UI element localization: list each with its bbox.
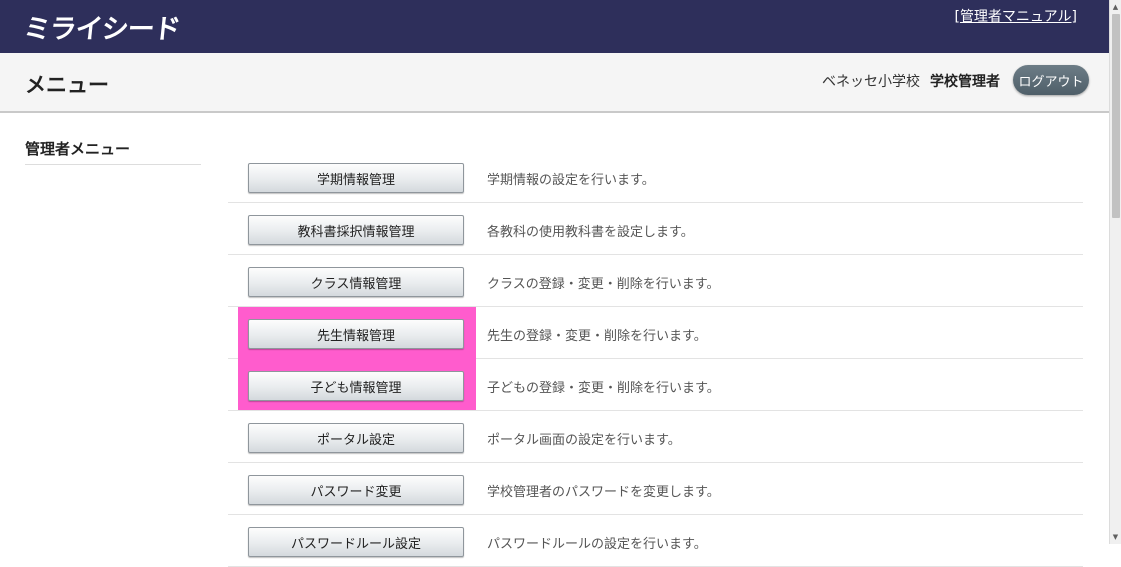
logout-button[interactable]: ログアウト	[1013, 65, 1089, 95]
vertical-scrollbar[interactable]: ▲ ▼	[1109, 0, 1121, 544]
manual-link-label[interactable]: 管理者マニュアル	[960, 9, 1072, 25]
textbook-info-button[interactable]: 教科書採択情報管理	[248, 215, 464, 245]
student-info-button[interactable]: 子ども情報管理	[248, 371, 464, 401]
class-info-description: クラスの登録・変更・削除を行います。	[487, 277, 720, 292]
password-rule-description: パスワードルールの設定を行います。	[487, 537, 707, 552]
password-rule-button[interactable]: パスワードルール設定	[248, 527, 464, 557]
school-name: ベネッセ小学校	[822, 74, 920, 90]
scroll-down-arrow-icon[interactable]: ▼	[1110, 531, 1121, 543]
menu-bar: メニュー ベネッセ小学校 学校管理者 ログアウト	[0, 53, 1109, 113]
portal-settings-button[interactable]: ポータル設定	[248, 423, 464, 453]
password-change-button[interactable]: パスワード変更	[248, 475, 464, 505]
scroll-thumb[interactable]	[1112, 14, 1120, 218]
manual-bracket-close: ]	[1071, 9, 1077, 25]
mirai-seed-logo[interactable]: ミライシード	[22, 9, 182, 45]
menu-row-portal-settings: ポータル設定 ポータル画面の設定を行います。	[228, 411, 1083, 463]
teacher-info-description: 先生の登録・変更・削除を行います。	[487, 329, 707, 344]
user-role: 学校管理者	[930, 74, 1000, 90]
class-info-button[interactable]: クラス情報管理	[248, 267, 464, 297]
sidebar-heading: 管理者メニュー	[25, 138, 201, 165]
term-info-button[interactable]: 学期情報管理	[248, 163, 464, 193]
menu-row-password-change: パスワード変更 学校管理者のパスワードを変更します。	[228, 463, 1083, 515]
admin-manual-link[interactable]: [管理者マニュアル]	[954, 6, 1077, 26]
logo-text: ミライシード	[22, 13, 182, 45]
menu-row-textbook-info: 教科書採択情報管理 各教科の使用教科書を設定します。	[228, 203, 1083, 255]
menu-row-teacher-info: 先生情報管理 先生の登録・変更・削除を行います。	[228, 307, 1083, 359]
menu-row-class-info: クラス情報管理 クラスの登録・変更・削除を行います。	[228, 255, 1083, 307]
portal-settings-description: ポータル画面の設定を行います。	[487, 433, 681, 448]
admin-menu-list: 学期情報管理 学期情報の設定を行います。 教科書採択情報管理 各教科の使用教科書…	[228, 151, 1083, 567]
teacher-info-button[interactable]: 先生情報管理	[248, 319, 464, 349]
scroll-up-arrow-icon[interactable]: ▲	[1110, 1, 1121, 13]
top-header: ミライシード [管理者マニュアル]	[0, 0, 1109, 53]
page-title: メニュー	[25, 73, 109, 97]
student-info-description: 子どもの登録・変更・削除を行います。	[487, 381, 720, 396]
password-change-description: 学校管理者のパスワードを変更します。	[487, 485, 720, 500]
textbook-info-description: 各教科の使用教科書を設定します。	[487, 225, 694, 240]
menu-row-student-info: 子ども情報管理 子どもの登録・変更・削除を行います。	[228, 359, 1083, 411]
term-info-description: 学期情報の設定を行います。	[487, 173, 655, 188]
menu-row-password-rule: パスワードルール設定 パスワードルールの設定を行います。	[228, 515, 1083, 567]
menu-row-term-info: 学期情報管理 学期情報の設定を行います。	[228, 151, 1083, 203]
